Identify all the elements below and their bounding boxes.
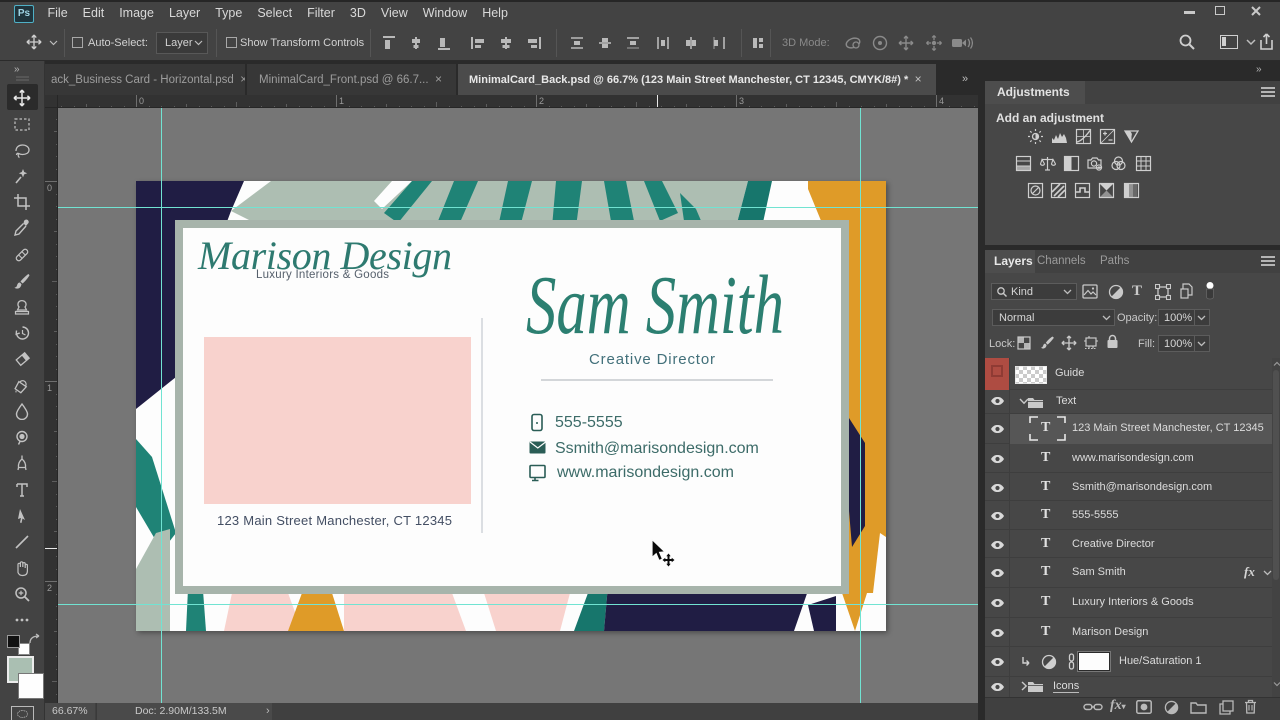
svg-text:555-5555: 555-5555 — [555, 414, 623, 431]
svg-text:Sam Smith: Sam Smith — [526, 259, 784, 352]
svg-text:Creative Director: Creative Director — [589, 351, 715, 368]
svg-text:www.marisondesign.com: www.marisondesign.com — [556, 464, 734, 481]
svg-text:Ssmith@marisondesign.com: Ssmith@marisondesign.com — [555, 440, 759, 457]
svg-text:Luxury Interiors & Goods: Luxury Interiors & Goods — [256, 269, 389, 281]
svg-text:123 Main Street Manchester, CT: 123 Main Street Manchester, CT 12345 — [217, 513, 452, 528]
